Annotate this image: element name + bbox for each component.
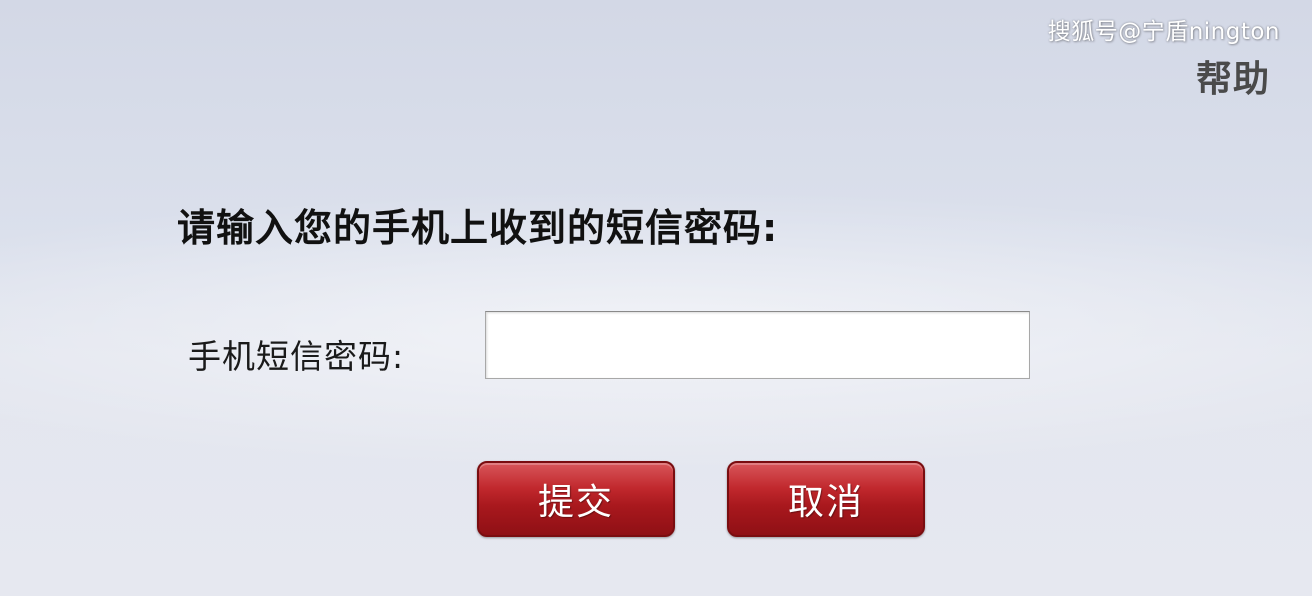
help-link[interactable]: 帮助	[1196, 50, 1270, 102]
sms-prompt-heading: 请输入您的手机上收到的短信密码:	[177, 206, 779, 250]
cancel-button[interactable]: 取消	[727, 461, 925, 537]
submit-button[interactable]: 提交	[477, 461, 675, 537]
sms-code-label: 手机短信密码:	[188, 337, 405, 376]
watermark: 搜狐号@宁盾nington	[1047, 19, 1280, 45]
sms-code-input[interactable]	[485, 311, 1030, 379]
